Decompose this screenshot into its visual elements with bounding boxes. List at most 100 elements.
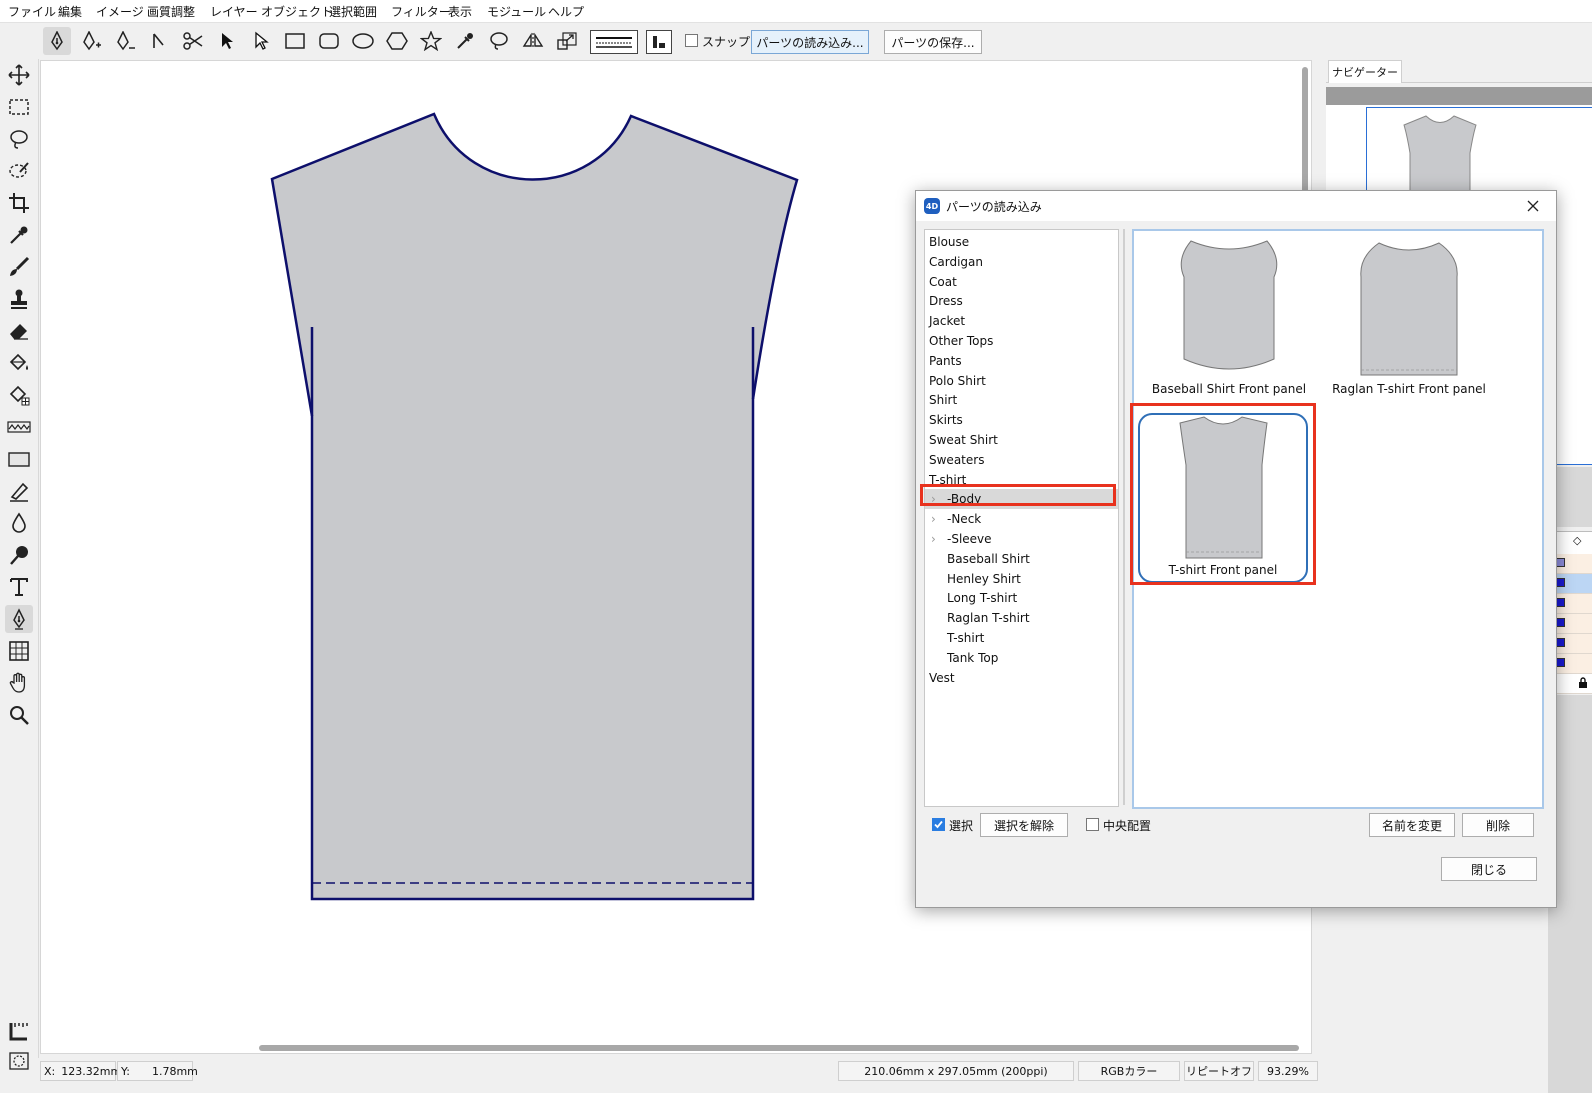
category-item[interactable]: Shirt bbox=[925, 390, 1118, 410]
crop-tool[interactable] bbox=[5, 189, 33, 217]
marquee-tool[interactable] bbox=[5, 93, 33, 121]
lasso-tool[interactable] bbox=[5, 125, 33, 153]
move-tool[interactable] bbox=[5, 61, 33, 89]
lasso-button[interactable] bbox=[485, 27, 513, 55]
center-checkbox[interactable] bbox=[1086, 818, 1099, 831]
category-item[interactable]: Jacket bbox=[925, 311, 1118, 331]
canvas-hscrollbar-thumb[interactable] bbox=[259, 1045, 1299, 1051]
transform-button[interactable] bbox=[553, 27, 581, 55]
pattern-fill-tool[interactable] bbox=[5, 381, 33, 409]
direct-select-button[interactable] bbox=[247, 27, 275, 55]
rename-button[interactable]: 名前を変更 bbox=[1369, 813, 1455, 837]
line-style-picker[interactable] bbox=[590, 30, 638, 54]
category-item[interactable]: Coat bbox=[925, 272, 1118, 292]
text-tool[interactable] bbox=[5, 573, 33, 601]
blur-tool[interactable] bbox=[5, 509, 33, 537]
menu-help[interactable]: ヘルプ bbox=[548, 3, 584, 20]
menu-adjust[interactable]: 画質調整 bbox=[147, 3, 195, 20]
dialog-close-button[interactable] bbox=[1522, 195, 1544, 217]
crop-icon bbox=[9, 193, 29, 213]
quick-mask-tool[interactable] bbox=[5, 1047, 33, 1075]
menu-image[interactable]: イメージ bbox=[96, 3, 144, 20]
thumbnail-item-selected[interactable]: T-shirt Front panel bbox=[1138, 413, 1308, 583]
star-button[interactable] bbox=[417, 27, 445, 55]
chevron-right-icon[interactable]: › bbox=[931, 509, 936, 529]
category-item[interactable]: Henley Shirt bbox=[925, 569, 1118, 589]
thumbnail-item[interactable]: Raglan T-shirt Front panel bbox=[1324, 237, 1494, 403]
category-item[interactable]: Polo Shirt bbox=[925, 371, 1118, 391]
menu-filter[interactable]: フィルター bbox=[391, 3, 451, 20]
save-parts-button[interactable]: パーツの保存... bbox=[884, 30, 982, 54]
menu-selection[interactable]: 選択範囲 bbox=[329, 3, 377, 20]
category-label: Tank Top bbox=[947, 650, 999, 665]
category-item[interactable]: Blouse bbox=[925, 232, 1118, 252]
category-item[interactable]: Pants bbox=[925, 351, 1118, 371]
pane-splitter[interactable] bbox=[1123, 229, 1125, 805]
deselect-button[interactable]: 選択を解除 bbox=[980, 813, 1068, 837]
convert-anchor-button[interactable] bbox=[145, 27, 173, 55]
pen-tool[interactable] bbox=[5, 605, 33, 633]
rounded-rect-button[interactable] bbox=[315, 27, 343, 55]
wave-tool[interactable] bbox=[5, 413, 33, 441]
menu-view[interactable]: 表示 bbox=[448, 3, 472, 20]
thumbnail-item[interactable]: Baseball Shirt Front panel bbox=[1140, 237, 1318, 403]
align-picker[interactable] bbox=[646, 30, 672, 54]
category-list[interactable]: Blouse Cardigan Coat Dress Jacket Other Tops P… bbox=[924, 229, 1119, 807]
load-parts-button[interactable]: パーツの読み込み... bbox=[751, 30, 869, 54]
ruler-tool[interactable] bbox=[5, 1017, 33, 1045]
rectangle-button[interactable] bbox=[281, 27, 309, 55]
shape-tool[interactable] bbox=[5, 445, 33, 473]
menu-layer[interactable]: レイヤー bbox=[210, 3, 258, 20]
category-item[interactable]: Sweat Shirt bbox=[925, 430, 1118, 450]
fill-tool[interactable] bbox=[5, 349, 33, 377]
chevron-right-icon[interactable]: › bbox=[931, 489, 936, 509]
pen-edit-tool[interactable] bbox=[5, 477, 33, 505]
category-item[interactable]: › -Sleeve bbox=[925, 529, 1118, 549]
magic-select-tool[interactable] bbox=[5, 157, 33, 185]
menu-edit[interactable]: 編集 bbox=[58, 3, 82, 20]
zoom-tool[interactable] bbox=[5, 701, 33, 729]
smudge-tool[interactable] bbox=[5, 541, 33, 569]
category-item[interactable]: Dress bbox=[925, 291, 1118, 311]
mirror-button[interactable] bbox=[519, 27, 547, 55]
scissors-button[interactable] bbox=[179, 27, 207, 55]
category-item[interactable]: Raglan T-shirt bbox=[925, 608, 1118, 628]
polygon-button[interactable] bbox=[383, 27, 411, 55]
category-item[interactable]: Other Tops bbox=[925, 331, 1118, 351]
parts-gallery[interactable]: Baseball Shirt Front panel Raglan T-shir… bbox=[1132, 229, 1544, 809]
category-item[interactable]: Vest bbox=[925, 668, 1118, 688]
canvas-vscrollbar-thumb[interactable] bbox=[1302, 67, 1308, 193]
stamp-tool[interactable] bbox=[5, 285, 33, 313]
select-checkbox[interactable] bbox=[932, 818, 945, 831]
grid-tool[interactable] bbox=[5, 637, 33, 665]
delete-button[interactable]: 削除 bbox=[1462, 813, 1534, 837]
eyedropper-button[interactable] bbox=[451, 27, 479, 55]
menu-file[interactable]: ファイル bbox=[8, 3, 56, 20]
ellipse-button[interactable] bbox=[349, 27, 377, 55]
category-item[interactable]: Long T-shirt bbox=[925, 588, 1118, 608]
category-item[interactable]: › -Body bbox=[925, 489, 1118, 510]
brush-tool[interactable] bbox=[5, 253, 33, 281]
chevron-right-icon[interactable]: › bbox=[931, 529, 936, 549]
category-item[interactable]: T-shirt bbox=[925, 470, 1118, 490]
category-item[interactable]: Baseball Shirt bbox=[925, 549, 1118, 569]
menu-object[interactable]: オブジェクト bbox=[261, 3, 333, 20]
delete-anchor-button[interactable] bbox=[111, 27, 139, 55]
category-item[interactable]: Cardigan bbox=[925, 252, 1118, 272]
snap-checkbox[interactable] bbox=[685, 34, 698, 47]
hand-tool[interactable] bbox=[5, 669, 33, 697]
category-item[interactable]: T-shirt bbox=[925, 628, 1118, 648]
close-button[interactable]: 閉じる bbox=[1441, 857, 1537, 881]
eyedropper-tool[interactable] bbox=[5, 221, 33, 249]
category-item[interactable]: Sweaters bbox=[925, 450, 1118, 470]
select-tool-button[interactable] bbox=[213, 27, 241, 55]
category-item[interactable]: › -Neck bbox=[925, 509, 1118, 529]
category-item[interactable]: Skirts bbox=[925, 410, 1118, 430]
pen-tool-button[interactable] bbox=[43, 27, 71, 55]
menu-module[interactable]: モジュール bbox=[487, 3, 546, 20]
zoom-level[interactable]: 93.29% bbox=[1258, 1061, 1318, 1081]
navigator-tab[interactable]: ナビゲーター bbox=[1328, 60, 1402, 83]
category-item[interactable]: Tank Top bbox=[925, 648, 1118, 668]
eraser-tool[interactable] bbox=[5, 317, 33, 345]
add-anchor-button[interactable] bbox=[77, 27, 105, 55]
